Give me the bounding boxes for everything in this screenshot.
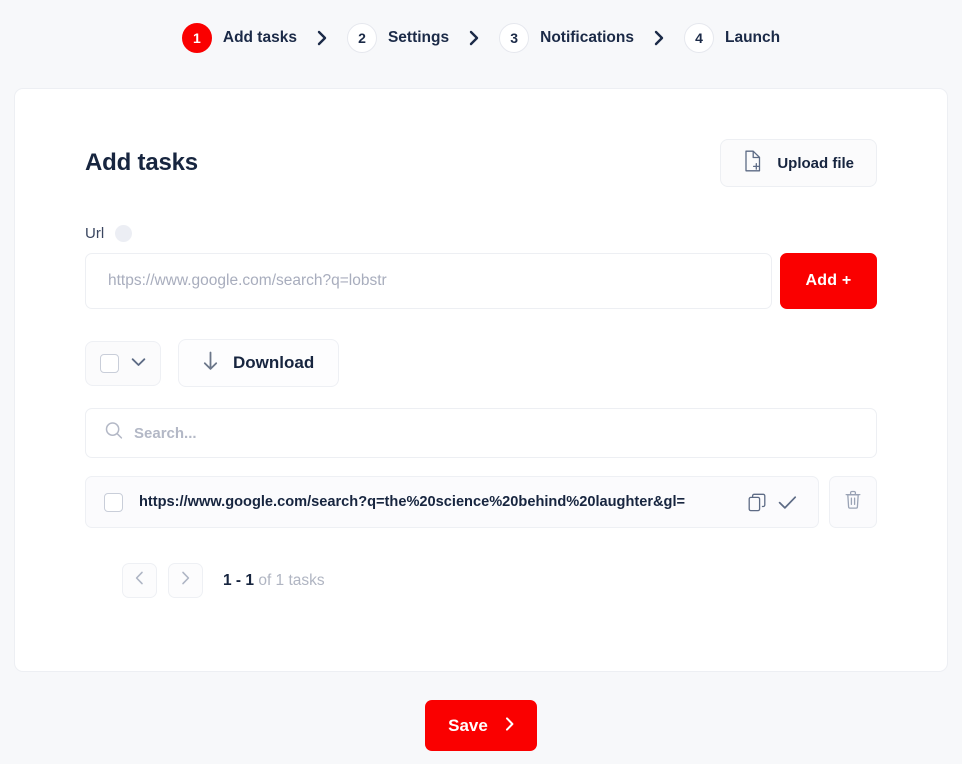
step-notifications[interactable]: 3 Notifications: [497, 23, 636, 53]
pagination-summary: 1 - 1 of 1 tasks: [223, 572, 325, 590]
table-row: https://www.google.com/search?q=the%20sc…: [85, 476, 877, 528]
tasks-toolbar: Download: [85, 339, 877, 387]
chevron-right-icon: [299, 30, 345, 46]
chevron-right-icon: [181, 571, 190, 590]
wizard-stepper: 1 Add tasks 2 Settings 3 Notifications 4…: [0, 0, 962, 75]
card-header: Add tasks Upload file: [85, 139, 877, 187]
url-entry-row: Add +: [85, 253, 877, 309]
pagination-total: of 1 tasks: [254, 572, 325, 589]
chevron-down-icon[interactable]: [131, 354, 146, 372]
step-add-tasks[interactable]: 1 Add tasks: [180, 23, 299, 53]
url-input[interactable]: [85, 253, 772, 309]
chevron-right-icon: [505, 716, 514, 736]
save-label: Save: [448, 716, 488, 736]
step-settings[interactable]: 2 Settings: [345, 23, 451, 53]
add-url-button[interactable]: Add +: [780, 253, 877, 309]
select-all-dropdown[interactable]: [85, 341, 161, 386]
save-button[interactable]: Save: [425, 700, 537, 751]
file-plus-icon: [743, 150, 763, 176]
step-number-3: 3: [499, 23, 529, 53]
copy-icon[interactable]: [742, 493, 772, 512]
page-title: Add tasks: [85, 149, 198, 177]
task-url-text: https://www.google.com/search?q=the%20sc…: [139, 494, 742, 510]
pagination: 1 - 1 of 1 tasks: [85, 563, 877, 598]
step-launch[interactable]: 4 Launch: [682, 23, 782, 53]
upload-file-label: Upload file: [777, 155, 854, 172]
footer-actions: Save: [0, 700, 962, 751]
pagination-next-button[interactable]: [168, 563, 203, 598]
step-label-settings: Settings: [388, 29, 449, 47]
select-all-checkbox[interactable]: [100, 354, 119, 373]
step-label-notifications: Notifications: [540, 29, 634, 47]
pagination-range: 1 - 1: [223, 572, 254, 589]
search-input[interactable]: [85, 408, 877, 458]
upload-file-button[interactable]: Upload file: [720, 139, 877, 187]
check-icon[interactable]: [772, 495, 802, 510]
chevron-right-icon: [636, 30, 682, 46]
step-number-4: 4: [684, 23, 714, 53]
help-circle-icon[interactable]: [115, 225, 132, 242]
url-field-label: Url: [85, 225, 104, 242]
trash-icon: [844, 490, 862, 515]
step-number-2: 2: [347, 23, 377, 53]
step-label-add-tasks: Add tasks: [223, 29, 297, 47]
url-field-label-row: Url: [85, 225, 877, 242]
pagination-prev-button[interactable]: [122, 563, 157, 598]
task-item[interactable]: https://www.google.com/search?q=the%20sc…: [85, 476, 819, 528]
step-number-1: 1: [182, 23, 212, 53]
download-label: Download: [233, 353, 314, 373]
download-button[interactable]: Download: [178, 339, 339, 387]
chevron-left-icon: [135, 571, 144, 590]
step-label-launch: Launch: [725, 29, 780, 47]
delete-task-button[interactable]: [829, 476, 877, 528]
search-field: [85, 408, 877, 458]
add-tasks-card: Add tasks Upload file Url Add +: [14, 88, 948, 672]
download-arrow-icon: [203, 351, 218, 376]
task-checkbox[interactable]: [104, 493, 123, 512]
chevron-right-icon: [451, 30, 497, 46]
